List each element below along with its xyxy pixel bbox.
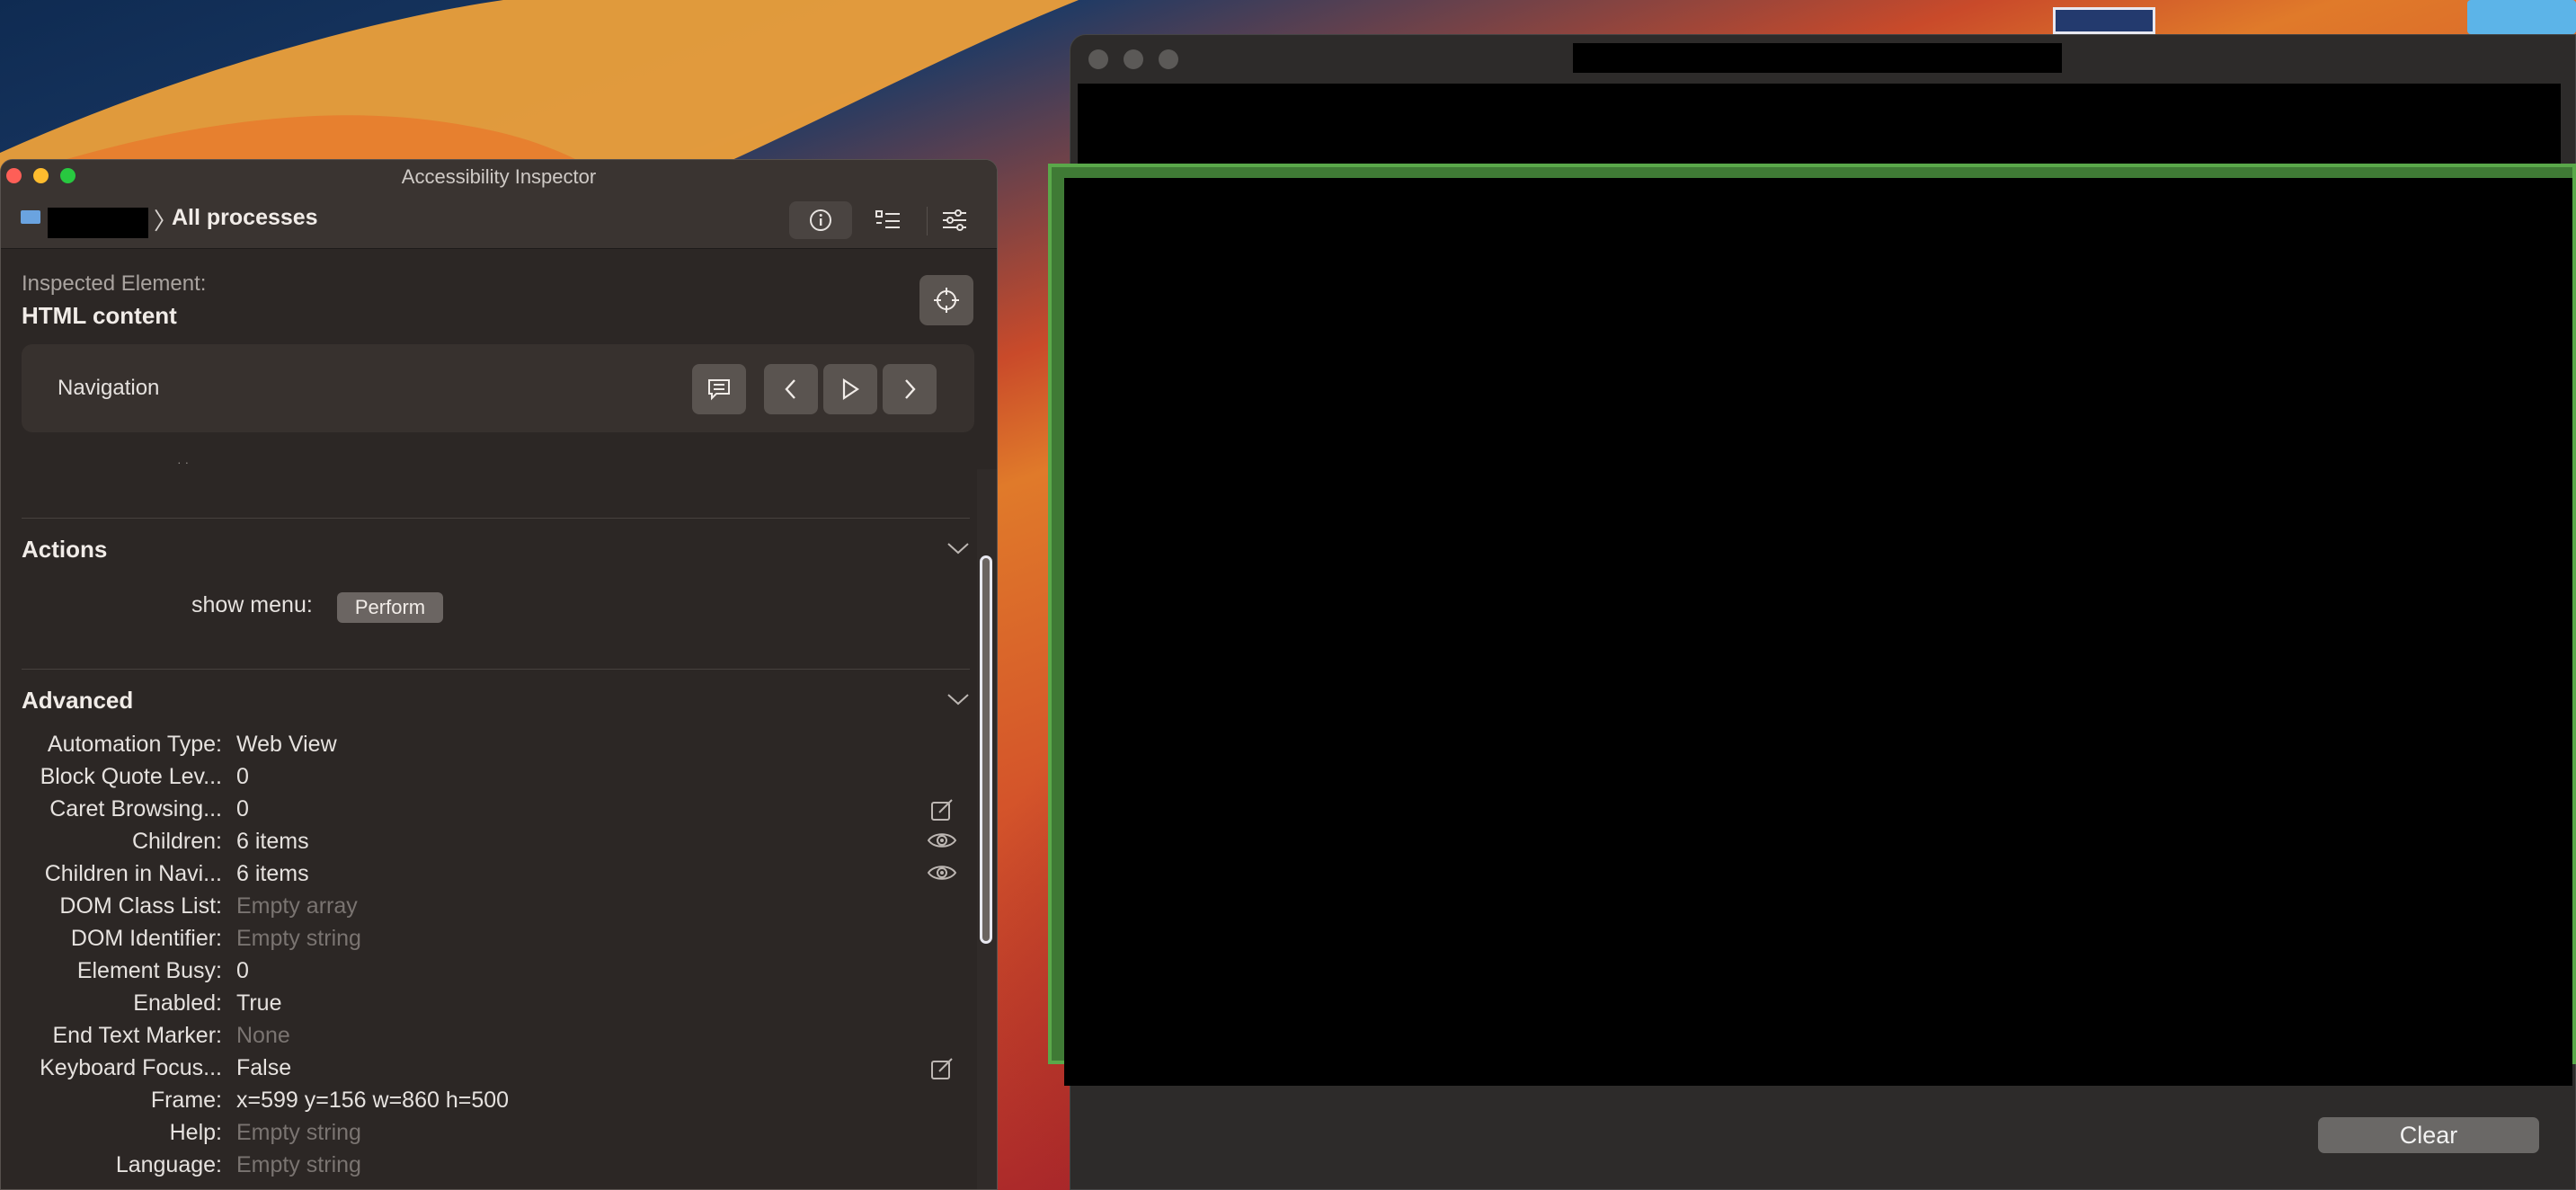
property-value: 6 items	[236, 829, 309, 854]
edit-icon[interactable]	[930, 1057, 954, 1085]
zoom-button[interactable]	[1159, 49, 1178, 69]
property-key: Automation Type:	[47, 732, 222, 757]
clear-button[interactable]: Clear	[2318, 1117, 2539, 1153]
property-key: Language:	[115, 1152, 222, 1177]
property-row: Enabled: True	[1, 990, 972, 1023]
process-selector[interactable]: All processes	[172, 205, 318, 231]
toolbar: 〉 All processes	[1, 192, 997, 249]
chevron-down-icon[interactable]	[946, 541, 970, 555]
vertical-scrollbar[interactable]	[977, 469, 997, 1189]
info-icon	[810, 209, 831, 231]
property-value: x=599 y=156 w=860 h=500	[236, 1088, 510, 1113]
highlighted-html-content[interactable]	[1064, 178, 2572, 1086]
property-value: False	[236, 1055, 292, 1080]
laptop-icon[interactable]	[21, 210, 40, 224]
desktop-item[interactable]	[2467, 0, 2576, 34]
property-key: DOM Identifier:	[70, 926, 222, 951]
play-icon	[842, 377, 859, 401]
property-row: Help: Empty string	[1, 1120, 972, 1152]
title-bar: Accessibility Inspector	[1, 160, 997, 192]
property-row: Keyboard Focus... False	[1, 1055, 972, 1088]
settings-sliders-icon	[943, 209, 966, 231]
property-key: Caret Browsing...	[49, 796, 222, 821]
advanced-section-title[interactable]: Advanced	[22, 687, 133, 715]
property-value: 0	[236, 958, 249, 983]
previous-icon	[785, 379, 795, 399]
property-value: Empty string	[236, 1152, 361, 1177]
property-row: Automation Type: Web View	[1, 732, 972, 764]
property-row: DOM Identifier: Empty string	[1, 926, 972, 958]
perform-button[interactable]: Perform	[337, 592, 443, 623]
info-button[interactable]	[789, 201, 852, 239]
redacted-device-name[interactable]	[48, 208, 148, 238]
navigation-panel: Navigation	[22, 344, 974, 432]
property-value: Empty array	[236, 893, 358, 919]
property-row: Frame: x=599 y=156 w=860 h=500	[1, 1088, 972, 1120]
next-button[interactable]	[883, 364, 937, 414]
accessibility-inspector-window: Accessibility Inspector 〉 All processes	[0, 159, 998, 1190]
hierarchy-icon	[875, 210, 900, 228]
section-divider	[22, 518, 970, 519]
speech-bubble-icon	[708, 379, 730, 401]
actions-section-title[interactable]: Actions	[22, 536, 107, 564]
property-row: DOM Class List: Empty array	[1, 893, 972, 926]
property-key: Help:	[169, 1120, 222, 1145]
property-row: Caret Browsing... 0	[1, 796, 972, 829]
crosshair-icon	[934, 288, 959, 313]
section-divider	[22, 669, 970, 670]
property-key: Children in Navi...	[44, 861, 222, 886]
property-key: Keyboard Focus...	[40, 1055, 222, 1080]
property-value: 0	[236, 764, 249, 789]
property-value: Web View	[236, 732, 337, 757]
target-button[interactable]	[919, 275, 973, 325]
close-button[interactable]	[1088, 49, 1108, 69]
property-key: Element Busy:	[76, 958, 222, 983]
property-key: DOM Class List:	[59, 893, 222, 919]
property-row: Language: Empty string	[1, 1152, 972, 1185]
property-row: End Text Marker: None	[1, 1023, 972, 1055]
hierarchy-button[interactable]	[857, 201, 919, 239]
property-value: None	[236, 1023, 290, 1048]
redacted-title	[1573, 43, 2062, 73]
property-key: Block Quote Lev...	[40, 764, 222, 789]
play-button[interactable]	[823, 364, 877, 414]
property-value: 6 items	[236, 861, 309, 886]
property-row: Element Busy: 0	[1, 958, 972, 990]
eye-icon[interactable]	[927, 830, 957, 855]
inspected-element-value: HTML content	[22, 302, 177, 329]
property-row: Children in Navi... 6 items	[1, 861, 972, 893]
eye-icon[interactable]	[927, 863, 957, 887]
property-value: Empty string	[236, 926, 361, 951]
truncated-indicator: · ·	[177, 455, 190, 469]
property-key: Enabled:	[133, 990, 222, 1016]
property-value: 0	[236, 796, 249, 821]
property-key: End Text Marker:	[52, 1023, 222, 1048]
inspection-highlight	[1048, 164, 2576, 1086]
desktop-thumbnail[interactable]	[2053, 7, 2155, 34]
navigation-label: Navigation	[58, 376, 160, 400]
chevron-down-icon[interactable]	[946, 692, 970, 706]
show-menu-label: show menu:	[191, 592, 313, 617]
property-key: Children:	[131, 829, 222, 854]
speak-button[interactable]	[692, 364, 746, 414]
property-value: True	[236, 990, 282, 1016]
inspected-element-label: Inspected Element:	[22, 271, 207, 296]
window-title: Accessibility Inspector	[401, 165, 597, 188]
property-key: Frame:	[150, 1088, 222, 1113]
window-controls	[1088, 49, 1178, 69]
property-row: Children: 6 items	[1, 829, 972, 861]
next-icon	[905, 379, 916, 399]
minimize-button[interactable]	[1124, 49, 1143, 69]
settings-button[interactable]	[923, 201, 986, 239]
property-value: Empty string	[236, 1120, 361, 1145]
property-row: Block Quote Lev... 0	[1, 764, 972, 796]
previous-button[interactable]	[764, 364, 818, 414]
edit-icon[interactable]	[930, 798, 954, 826]
scrollbar-thumb[interactable]	[980, 555, 992, 944]
